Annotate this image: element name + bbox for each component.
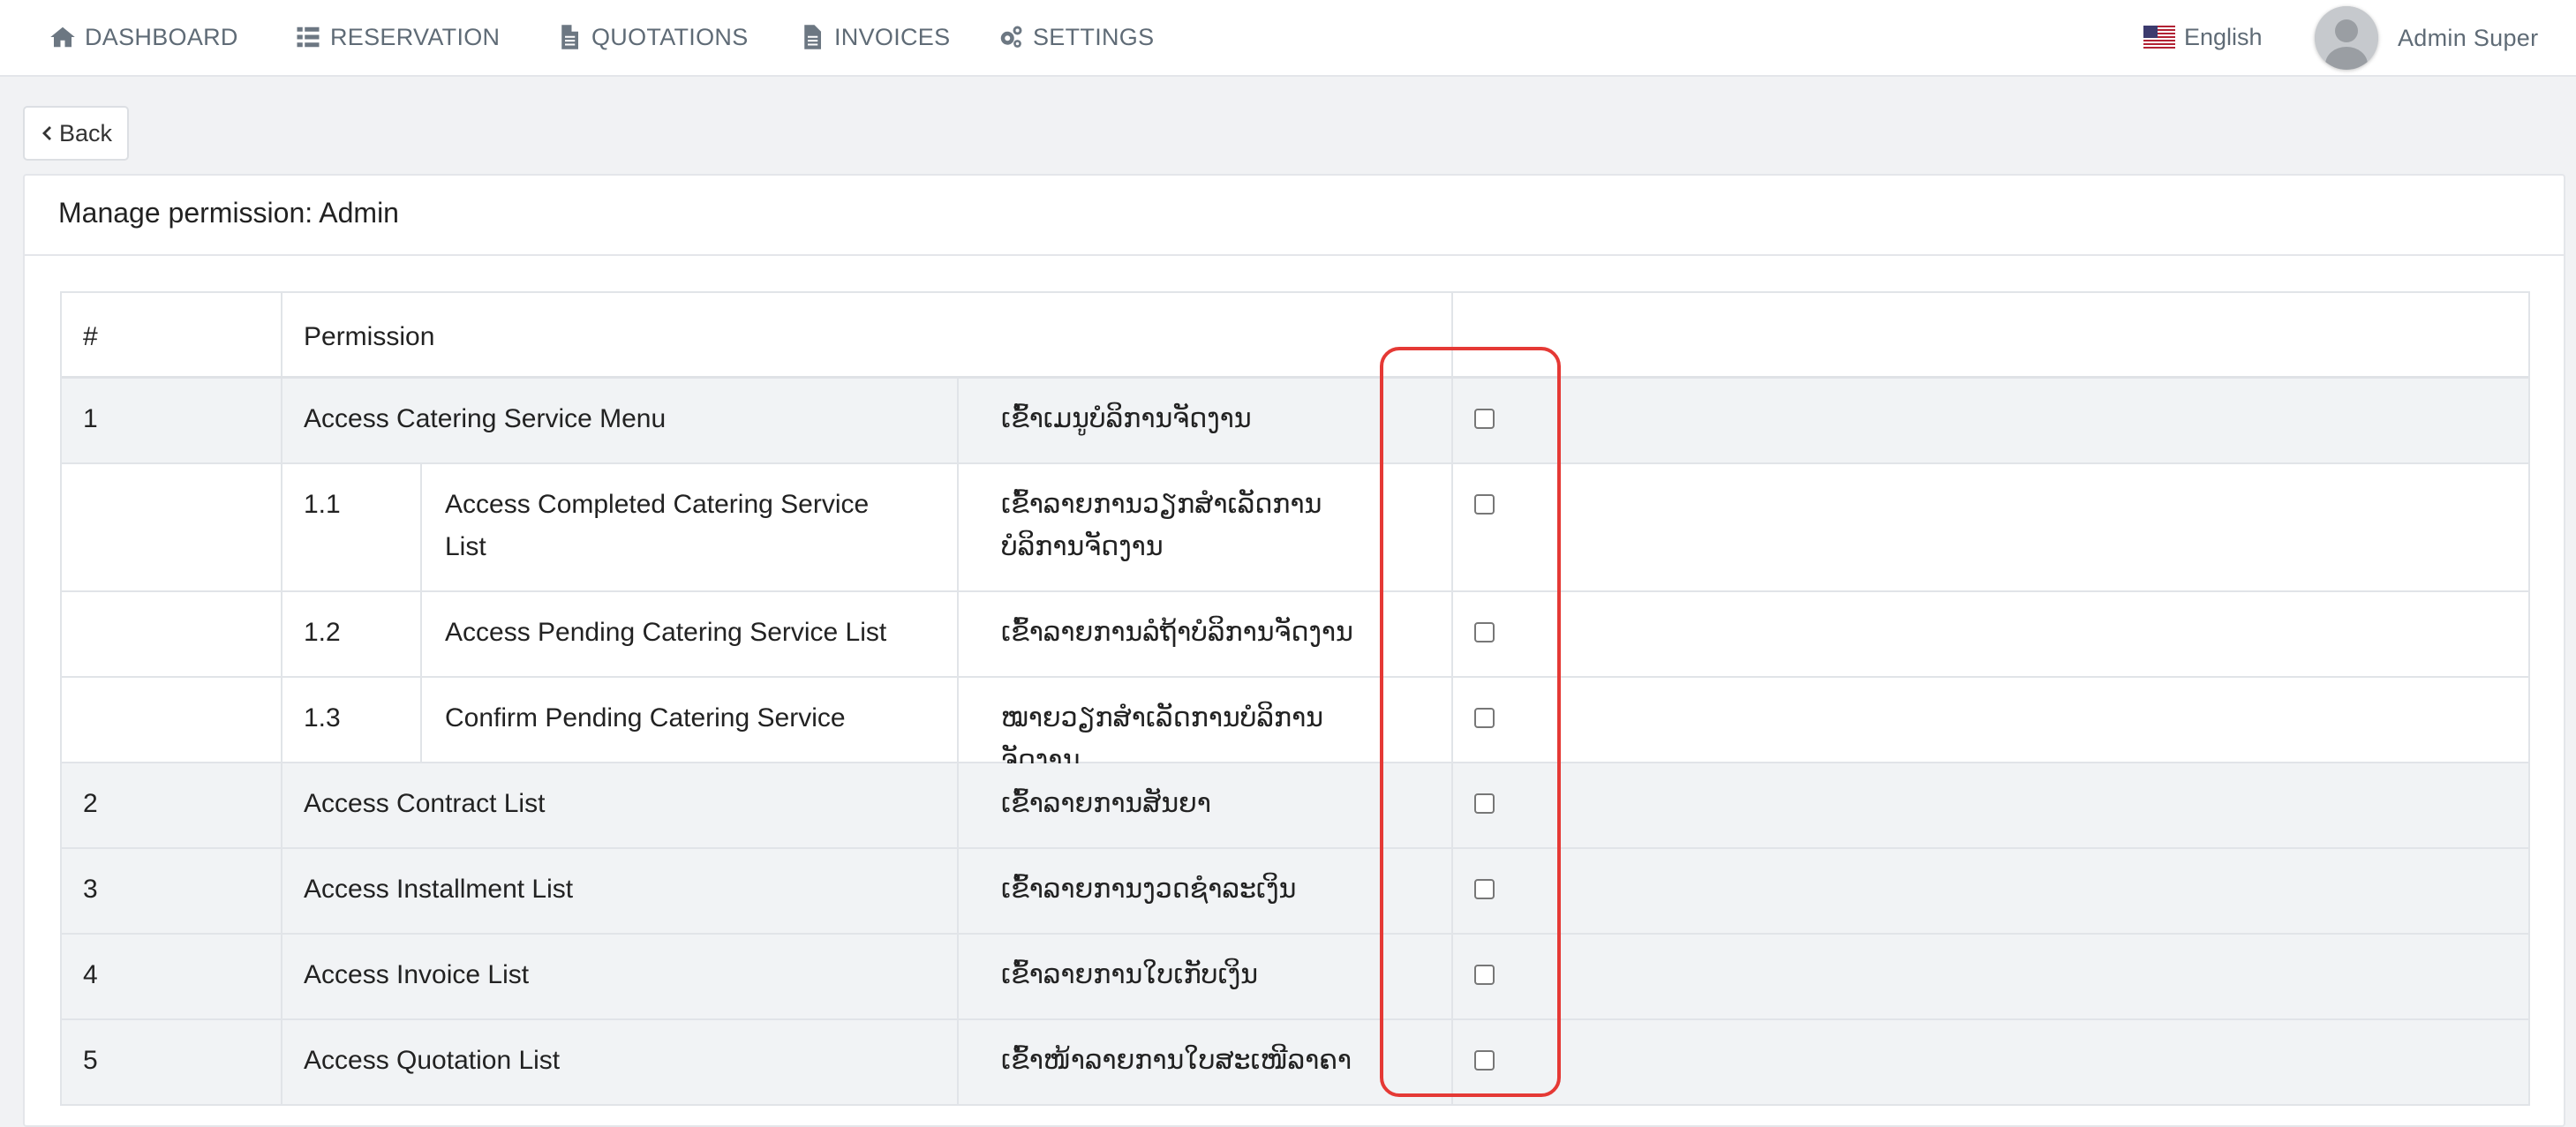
permission-checkbox[interactable] bbox=[1474, 793, 1495, 814]
user-silhouette-icon bbox=[2315, 6, 2378, 70]
nav-settings[interactable]: SETTINGS bbox=[998, 19, 1154, 55]
back-button-label: Back bbox=[58, 119, 113, 147]
permission-label: Confirm Pending Catering Service bbox=[445, 703, 846, 733]
us-flag-icon bbox=[2143, 26, 2175, 49]
permission-label: Access Installment List bbox=[304, 875, 574, 904]
table-header-row: # Permission bbox=[62, 293, 2528, 379]
permission-label-lao: ເຂົ້າເມນູບໍລິການຈັດງານ bbox=[1001, 404, 1252, 433]
permission-label-lao: ໝາຍວຽກສຳເລັດການບໍລິການຈັດງານ bbox=[1001, 703, 1324, 775]
permission-panel: Manage permission: Admin # Permission 1 … bbox=[23, 174, 2565, 1127]
page-title: Manage permission: Admin bbox=[58, 197, 399, 229]
nav-dashboard[interactable]: DASHBOARD bbox=[49, 19, 238, 55]
row-number: 1.1 bbox=[304, 490, 341, 519]
row-number: 1 bbox=[83, 404, 98, 433]
nav-dashboard-label: DASHBOARD bbox=[85, 23, 238, 50]
nav-quotations[interactable]: QUOTATIONS bbox=[556, 19, 749, 55]
permission-label-lao: ເຂົ້າລາຍການງວດຊຳລະເງິນ bbox=[1001, 875, 1297, 904]
permission-checkbox[interactable] bbox=[1474, 708, 1495, 728]
nav-quotations-label: QUOTATIONS bbox=[591, 23, 749, 50]
avatar bbox=[2315, 6, 2378, 70]
permission-label: Access Completed Catering Service List bbox=[445, 490, 870, 561]
user-name: Admin Super bbox=[2398, 24, 2539, 51]
list-icon bbox=[297, 26, 320, 48]
panel-heading: Manage permission: Admin bbox=[25, 176, 2564, 256]
permission-label-lao: ເຂົ້າລາຍການສັນຍາ bbox=[1001, 789, 1211, 818]
permission-label-lao: ເຂົ້າລາຍການໃບເກັບເງິນ bbox=[1001, 960, 1259, 989]
table-row: 1.2 Access Pending Catering Service List… bbox=[62, 592, 2528, 678]
nav-settings-label: SETTINGS bbox=[1033, 23, 1155, 50]
home-icon bbox=[50, 26, 75, 48]
top-navbar: DASHBOARD RESERVATION QUOTATIONS INVOICE… bbox=[0, 0, 2576, 77]
language-selector[interactable]: English bbox=[2143, 19, 2263, 55]
nav-invoices-label: INVOICES bbox=[834, 23, 951, 50]
back-button[interactable]: Back bbox=[23, 106, 129, 161]
table-row: 1.1 Access Completed Catering Service Li… bbox=[62, 464, 2528, 592]
permission-table: # Permission 1 Access Catering Service M… bbox=[60, 291, 2530, 1106]
permission-checkbox[interactable] bbox=[1474, 1050, 1495, 1071]
permission-checkbox[interactable] bbox=[1474, 622, 1495, 642]
nav-invoices[interactable]: INVOICES bbox=[799, 19, 950, 55]
permission-label: Access Contract List bbox=[304, 789, 546, 818]
permission-checkbox[interactable] bbox=[1474, 409, 1495, 429]
header-num: # bbox=[83, 322, 98, 351]
document-icon bbox=[561, 25, 578, 49]
row-number: 2 bbox=[83, 789, 98, 818]
nav-reservation-label: RESERVATION bbox=[330, 23, 501, 50]
table-row: 1.3 Confirm Pending Catering Service ໝາຍ… bbox=[62, 678, 2528, 775]
permission-checkbox[interactable] bbox=[1474, 879, 1495, 899]
chevron-left-icon bbox=[41, 126, 51, 140]
header-permission: Permission bbox=[304, 322, 435, 351]
permission-label-lao: ເຂົ້າລາຍການລໍຖ້າບໍລິການຈັດງານ bbox=[1001, 618, 1353, 647]
gears-icon bbox=[1000, 26, 1022, 48]
table-row: 2 Access Contract List ເຂົ້າລາຍການສັນຍາ bbox=[62, 763, 2528, 849]
table-row: 1 Access Catering Service Menu ເຂົ້າເມນູ… bbox=[62, 379, 2528, 464]
permission-label: Access Catering Service Menu bbox=[304, 404, 667, 433]
permission-label: Access Quotation List bbox=[304, 1046, 561, 1075]
row-number: 5 bbox=[83, 1046, 98, 1075]
permission-label: Access Pending Catering Service List bbox=[445, 618, 887, 647]
row-number: 1.2 bbox=[304, 618, 341, 647]
table-row: 4 Access Invoice List ເຂົ້າລາຍການໃບເກັບເ… bbox=[62, 935, 2528, 1020]
table-row: 5 Access Quotation List ເຂົ້າໜ້າລາຍການໃບ… bbox=[62, 1020, 2528, 1106]
permission-label-lao: ເຂົ້າລາຍການວຽກສຳເລັດການບໍລິການຈັດງານ bbox=[1001, 490, 1322, 561]
row-number: 1.3 bbox=[304, 703, 341, 733]
language-label: English bbox=[2184, 23, 2263, 50]
permission-label: Access Invoice List bbox=[304, 960, 530, 989]
permission-label-lao: ເຂົ້າໜ້າລາຍການໃບສະເໜີລາຄາ bbox=[1001, 1046, 1352, 1075]
permission-checkbox[interactable] bbox=[1474, 965, 1495, 985]
document-icon bbox=[804, 25, 821, 49]
nav-reservation[interactable]: RESERVATION bbox=[295, 19, 500, 55]
table-row: 3 Access Installment List ເຂົ້າລາຍການງວດ… bbox=[62, 849, 2528, 935]
user-menu[interactable]: Admin Super bbox=[2315, 4, 2538, 72]
row-number: 3 bbox=[83, 875, 98, 904]
row-number: 4 bbox=[83, 960, 98, 989]
permission-checkbox[interactable] bbox=[1474, 494, 1495, 515]
